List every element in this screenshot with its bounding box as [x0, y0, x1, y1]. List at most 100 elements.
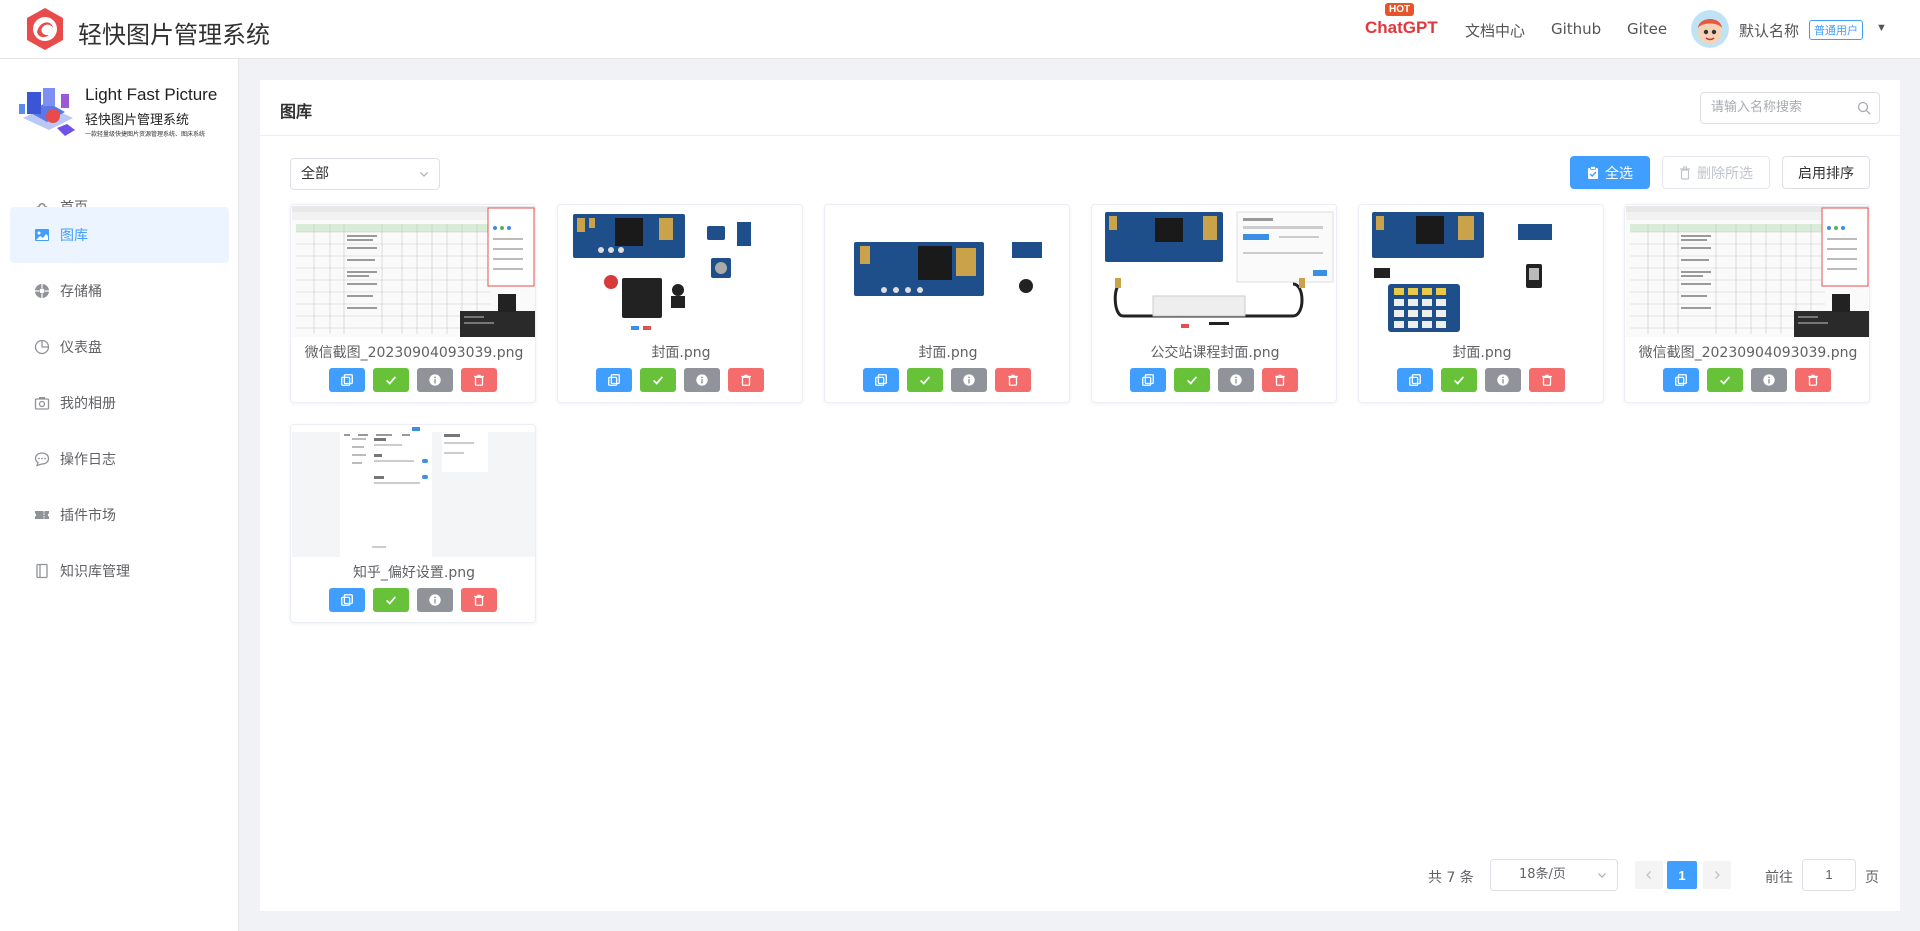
sidebar-logo-subtitle: 轻快图片管理系统	[85, 113, 190, 128]
username[interactable]: 默认名称	[1739, 20, 1799, 41]
enable-sort-label: 启用排序	[1798, 165, 1854, 182]
delete-button[interactable]	[728, 368, 764, 392]
nav-chatgpt[interactable]: ChatGPT	[1365, 18, 1438, 38]
category-select-value: 全部	[301, 166, 329, 182]
copy-button[interactable]	[329, 368, 365, 392]
copy-icon	[340, 593, 354, 607]
info-button[interactable]	[1751, 368, 1787, 392]
select-button[interactable]	[1707, 368, 1743, 392]
image-name: 微信截图_20230904093039.png	[1638, 345, 1858, 361]
info-button[interactable]	[951, 368, 987, 392]
copy-button[interactable]	[1130, 368, 1166, 392]
bucket-icon	[34, 283, 50, 299]
check-icon	[384, 373, 398, 387]
category-select[interactable]: 全部	[290, 158, 440, 190]
prev-page-button[interactable]	[1635, 861, 1663, 889]
sidebar-item-label: 图库	[60, 228, 88, 244]
info-button[interactable]	[417, 588, 453, 612]
image-card[interactable]: 公交站课程封面.png	[1091, 204, 1337, 403]
image-name: 封面.png	[1452, 345, 1512, 361]
sidebar-item-gallery[interactable]: 图库	[10, 207, 229, 263]
delete-button[interactable]	[1529, 368, 1565, 392]
sidebar-item-logs[interactable]: 操作日志	[10, 431, 229, 487]
sidebar-item-knowledge[interactable]: 知识库管理	[10, 543, 229, 599]
sidebar-item-label: 知识库管理	[60, 564, 130, 580]
info-button[interactable]	[417, 368, 453, 392]
page-suffix-label: 页	[1865, 870, 1879, 886]
image-card[interactable]: 微信截图_20230904093039.png	[290, 204, 536, 403]
copy-button[interactable]	[329, 588, 365, 612]
copy-icon	[340, 373, 354, 387]
image-card[interactable]: 封面.png	[1358, 204, 1604, 403]
delete-button[interactable]	[995, 368, 1031, 392]
image-card[interactable]: 微信截图_20230904093039.png	[1624, 204, 1870, 403]
select-button[interactable]	[1441, 368, 1477, 392]
image-thumbnail[interactable]	[292, 426, 536, 557]
image-thumbnail[interactable]	[1626, 206, 1870, 337]
copy-button[interactable]	[1663, 368, 1699, 392]
avatar[interactable]	[1691, 10, 1729, 48]
nav-docs[interactable]: 文档中心	[1465, 20, 1525, 41]
ticket-icon	[34, 507, 50, 523]
select-button[interactable]	[373, 588, 409, 612]
image-thumbnail[interactable]	[1093, 206, 1337, 337]
select-button[interactable]	[373, 368, 409, 392]
caret-down-icon[interactable]: ▼	[1876, 22, 1887, 34]
info-icon	[1229, 373, 1243, 387]
image-thumbnail[interactable]	[292, 206, 536, 337]
info-button[interactable]	[1218, 368, 1254, 392]
sidebar-item-dashboard[interactable]: 仪表盘	[10, 319, 229, 375]
image-card[interactable]: 封面.png	[557, 204, 803, 403]
copy-button[interactable]	[596, 368, 632, 392]
sidebar-item-label: 操作日志	[60, 452, 116, 468]
copy-icon	[1674, 373, 1688, 387]
copy-icon	[874, 373, 888, 387]
sidebar-item-bucket[interactable]: 存储桶	[10, 263, 229, 319]
select-button[interactable]	[1174, 368, 1210, 392]
app-logo-icon[interactable]	[22, 6, 68, 52]
copy-button[interactable]	[1397, 368, 1433, 392]
clipboard-check-icon	[1588, 165, 1598, 179]
delete-selected-button[interactable]: 删除所选	[1662, 156, 1770, 189]
sidebar-logo-title: Light Fast Picture	[85, 85, 218, 104]
info-icon	[1762, 373, 1776, 387]
info-icon	[962, 373, 976, 387]
image-thumbnail[interactable]	[559, 206, 803, 337]
search-icon[interactable]	[1857, 101, 1871, 115]
image-thumbnail[interactable]	[826, 206, 1070, 337]
nav-gitee[interactable]: Gitee	[1627, 20, 1667, 38]
select-button[interactable]	[640, 368, 676, 392]
trash-icon	[472, 373, 486, 387]
sidebar-item-label: 仪表盘	[60, 340, 102, 356]
sidebar-logo-tagline: 一款轻量级快捷图片资源管理系统、图床系统	[85, 131, 206, 138]
enable-sort-button[interactable]: 启用排序	[1782, 156, 1870, 189]
image-card[interactable]: 知乎_偏好设置.png	[290, 424, 536, 623]
trash-icon	[1540, 373, 1554, 387]
app-title[interactable]: 轻快图片管理系统	[78, 15, 270, 50]
next-page-button[interactable]	[1703, 861, 1731, 889]
copy-button[interactable]	[863, 368, 899, 392]
delete-button[interactable]	[1795, 368, 1831, 392]
search-input[interactable]: 请输入名称搜索	[1700, 92, 1880, 124]
delete-button[interactable]	[461, 588, 497, 612]
goto-page-input[interactable]: 1	[1802, 859, 1856, 891]
select-button[interactable]	[907, 368, 943, 392]
delete-button[interactable]	[1262, 368, 1298, 392]
info-button[interactable]	[684, 368, 720, 392]
select-all-button[interactable]: 全选	[1570, 156, 1650, 189]
image-name: 微信截图_20230904093039.png	[304, 345, 524, 361]
page-size-select[interactable]: 18条/页	[1490, 859, 1618, 891]
hot-badge: HOT	[1385, 3, 1415, 16]
info-button[interactable]	[1485, 368, 1521, 392]
image-thumbnail[interactable]	[1360, 206, 1604, 337]
page-number-current[interactable]: 1	[1667, 861, 1697, 889]
sidebar-item-album[interactable]: 我的相册	[10, 375, 229, 431]
sidebar-item-plugins[interactable]: 插件市场	[10, 487, 229, 543]
nav-github[interactable]: Github	[1551, 20, 1601, 38]
image-card[interactable]: 封面.png	[824, 204, 1070, 403]
check-icon	[1185, 373, 1199, 387]
trash-icon	[1273, 373, 1287, 387]
sidebar: Light Fast Picture 轻快图片管理系统 一款轻量级快捷图片资源管…	[0, 59, 239, 931]
chat-icon	[34, 451, 50, 467]
delete-button[interactable]	[461, 368, 497, 392]
